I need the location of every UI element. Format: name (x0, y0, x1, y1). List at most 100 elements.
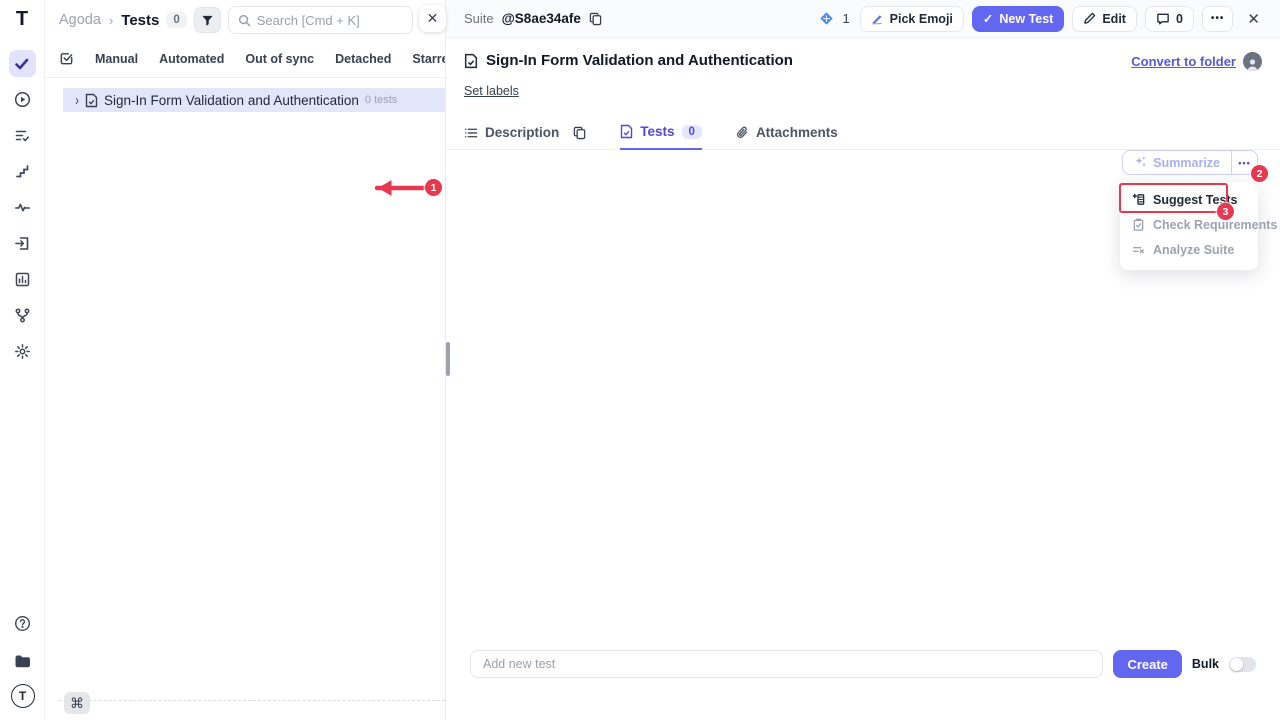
filter-button[interactable] (194, 7, 221, 33)
pick-emoji-label: Pick Emoji (890, 12, 953, 26)
add-test-footer: Create Bulk (470, 650, 1256, 678)
breadcrumb-section[interactable]: Tests (121, 12, 159, 29)
red-arrow-icon (365, 180, 425, 196)
summarize-label: Summarize (1153, 156, 1220, 170)
rail-item-plans[interactable] (9, 122, 36, 149)
branch-icon (14, 307, 31, 324)
emoji-hand-icon (871, 12, 884, 25)
rail-item-import[interactable] (9, 230, 36, 257)
comments-button[interactable]: 0 (1145, 6, 1194, 32)
help-button[interactable] (9, 610, 36, 637)
chevron-right-icon[interactable]: › (75, 92, 79, 109)
folder-icon (14, 652, 32, 670)
menu-item-analyze-suite[interactable]: Analyze Suite (1120, 237, 1258, 262)
funnel-icon (201, 14, 214, 27)
app-window: T (0, 0, 1280, 720)
list-check-icon (14, 127, 31, 144)
tab-tests-label: Tests (640, 124, 674, 139)
suite-tree-row[interactable]: › Sign-In Form Validation and Authentica… (63, 88, 445, 112)
icon-rail: T (0, 0, 45, 720)
rail-item-reports[interactable] (9, 266, 36, 293)
rail-item-pulse[interactable] (9, 194, 36, 221)
annotation-badge-3: 3 (1217, 203, 1234, 220)
bar-chart-icon (14, 271, 31, 288)
panel-resize-handle[interactable] (446, 342, 450, 376)
new-test-button[interactable]: ✓ New Test (972, 6, 1064, 32)
tab-tests-count-badge: 0 (682, 125, 702, 139)
comments-count: 0 (1176, 12, 1183, 26)
tab-description[interactable]: Description (464, 116, 559, 150)
pick-emoji-button[interactable]: Pick Emoji (860, 6, 964, 32)
filter-tab-out-of-sync[interactable]: Out of sync (245, 52, 314, 66)
rail-item-branches[interactable] (9, 302, 36, 329)
suggest-tests-icon (1132, 193, 1145, 206)
copy-description-icon[interactable] (573, 126, 586, 140)
annotation-badge-2: 2 (1251, 165, 1268, 182)
filter-tab-automated[interactable]: Automated (159, 52, 224, 66)
annotation-badge-1: 1 (425, 179, 442, 196)
create-button[interactable]: Create (1113, 650, 1181, 678)
breadcrumb-separator: › (108, 13, 114, 28)
rail-item-steps[interactable] (9, 158, 36, 185)
toggle-knob (1230, 658, 1243, 671)
detail-header: Suite @S8ae34afe 1 Pick Emoji ✓ New (446, 0, 1280, 38)
keyboard-shortcut-badge[interactable]: ⌘ (64, 692, 90, 714)
tree-close-button[interactable]: ✕ (419, 5, 446, 32)
detail-tabs: Description Tests 0 Attachments (446, 116, 1280, 150)
menu-item-check-requirements[interactable]: Check Requirements (1120, 212, 1258, 237)
check-icon: ✓ (983, 11, 993, 26)
add-new-test-input[interactable] (470, 650, 1103, 678)
select-all-icon[interactable] (59, 51, 74, 66)
suite-doc-icon (464, 53, 478, 69)
pencil-icon (1083, 12, 1096, 25)
search-icon (238, 14, 251, 27)
search-box[interactable] (228, 6, 413, 34)
copy-suite-id-icon[interactable] (589, 12, 602, 26)
check-requirements-label: Check Requirements (1153, 218, 1277, 232)
gem-count: 1 (842, 11, 849, 26)
detail-close-button[interactable]: ✕ (1241, 10, 1266, 28)
help-icon (14, 615, 31, 632)
tab-tests[interactable]: Tests 0 (620, 116, 702, 150)
list-icon (464, 126, 478, 140)
projects-button[interactable] (9, 647, 36, 674)
rail-item-settings[interactable] (9, 338, 36, 365)
suite-tree-count: 0 tests (365, 94, 397, 106)
detail-header-actions: 1 Pick Emoji ✓ New Test Edit (819, 6, 1266, 32)
pulse-icon (14, 199, 31, 216)
set-labels-link[interactable]: Set labels (464, 84, 519, 98)
play-circle-icon (14, 91, 31, 108)
clipboard-check-icon (1132, 218, 1145, 231)
header-more-button[interactable]: ••• (1202, 6, 1234, 32)
convert-to-folder-link[interactable]: Convert to folder (1131, 54, 1236, 69)
filter-tabs: Manual Automated Out of sync Detached St… (45, 40, 445, 78)
tree-panel: Agoda › Tests 0 (45, 0, 445, 720)
summarize-split-button: Summarize ••• (1122, 150, 1258, 175)
gear-icon (14, 343, 31, 360)
bulk-label: Bulk (1192, 657, 1219, 671)
rail-item-tests[interactable] (9, 50, 36, 77)
suite-id: @S8ae34afe (502, 11, 581, 26)
filter-tab-manual[interactable]: Manual (95, 52, 138, 66)
page-title: Sign-In Form Validation and Authenticati… (486, 52, 793, 69)
analyze-icon (1132, 243, 1145, 256)
suite-detail-panel: Suite @S8ae34afe 1 Pick Emoji ✓ New (445, 0, 1280, 720)
gem-icon (819, 11, 834, 26)
menu-item-suggest-tests[interactable]: Suggest Tests (1120, 187, 1258, 212)
bulk-toggle[interactable] (1229, 657, 1256, 672)
doc-icon (620, 124, 633, 139)
search-input[interactable] (257, 13, 403, 28)
tree-list: › Sign-In Form Validation and Authentica… (45, 88, 445, 112)
rail-item-runs[interactable] (9, 86, 36, 113)
tab-attachments[interactable]: Attachments (736, 116, 838, 150)
paperclip-icon (736, 125, 749, 140)
analyze-suite-label: Analyze Suite (1153, 243, 1234, 257)
summarize-button[interactable]: Summarize (1123, 151, 1231, 174)
user-avatar[interactable] (1243, 52, 1262, 71)
workspace-avatar[interactable]: T (11, 684, 35, 708)
edit-button[interactable]: Edit (1072, 6, 1137, 32)
breadcrumb-project[interactable]: Agoda (59, 12, 101, 28)
app-logo[interactable]: T (16, 8, 28, 30)
filter-tab-detached[interactable]: Detached (335, 52, 391, 66)
sparkles-icon (1134, 156, 1147, 169)
